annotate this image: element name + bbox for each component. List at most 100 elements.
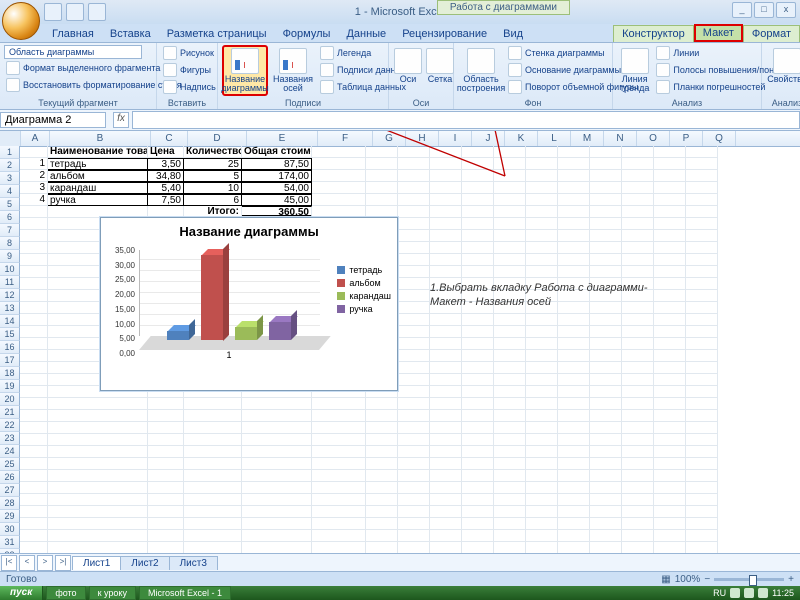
cell[interactable]	[20, 302, 48, 314]
cell[interactable]	[526, 362, 558, 374]
cell[interactable]	[590, 470, 622, 482]
cell[interactable]	[494, 170, 526, 182]
cell[interactable]	[398, 230, 430, 242]
cell[interactable]	[654, 398, 686, 410]
cell[interactable]	[654, 470, 686, 482]
row-header[interactable]: 20	[0, 393, 20, 406]
cell[interactable]	[398, 146, 430, 158]
cell[interactable]	[430, 386, 462, 398]
cell[interactable]	[398, 434, 430, 446]
cell[interactable]	[462, 434, 494, 446]
insert-textbox-button[interactable]: Надпись	[161, 79, 218, 95]
cell[interactable]	[590, 146, 622, 158]
row-header[interactable]: 31	[0, 536, 20, 549]
cell[interactable]	[622, 374, 654, 386]
cell[interactable]: 1	[20, 158, 48, 170]
taskbar-item[interactable]: к уроку	[89, 586, 136, 600]
cell[interactable]	[654, 482, 686, 494]
cell[interactable]	[20, 266, 48, 278]
view-normal-icon[interactable]: ▦	[661, 574, 670, 585]
col-header[interactable]: F	[318, 131, 373, 146]
cell[interactable]	[48, 422, 148, 434]
cell[interactable]	[20, 314, 48, 326]
cell[interactable]	[398, 494, 430, 506]
cell[interactable]	[462, 314, 494, 326]
cell[interactable]	[526, 422, 558, 434]
cell[interactable]: 2	[20, 170, 48, 182]
cell[interactable]	[590, 254, 622, 266]
cell[interactable]: Цена	[148, 146, 184, 158]
tray-icon[interactable]	[744, 588, 754, 598]
cell[interactable]	[622, 518, 654, 530]
cell[interactable]	[48, 494, 148, 506]
cell[interactable]	[590, 362, 622, 374]
cell[interactable]	[558, 254, 590, 266]
cell[interactable]	[312, 158, 366, 170]
cell[interactable]	[366, 482, 398, 494]
cell[interactable]	[462, 362, 494, 374]
cell[interactable]	[398, 362, 430, 374]
cell[interactable]	[654, 434, 686, 446]
tray-icon[interactable]	[730, 588, 740, 598]
cell[interactable]	[148, 458, 184, 470]
cell[interactable]	[558, 182, 590, 194]
cell[interactable]	[398, 338, 430, 350]
cell[interactable]: Общая стоимость	[242, 146, 312, 158]
row-header[interactable]: 16	[0, 341, 20, 354]
cell[interactable]	[558, 482, 590, 494]
cell[interactable]	[622, 254, 654, 266]
cell[interactable]	[20, 458, 48, 470]
cell[interactable]	[462, 266, 494, 278]
row-header[interactable]: 28	[0, 497, 20, 510]
cell[interactable]	[398, 206, 430, 218]
cell[interactable]	[654, 338, 686, 350]
cell[interactable]	[242, 530, 312, 542]
cell[interactable]	[686, 182, 718, 194]
formula-input[interactable]	[132, 111, 800, 129]
cell[interactable]	[526, 506, 558, 518]
cell[interactable]	[558, 350, 590, 362]
cell[interactable]	[398, 530, 430, 542]
cell[interactable]	[622, 470, 654, 482]
cell[interactable]	[494, 518, 526, 530]
cell[interactable]	[242, 458, 312, 470]
cell[interactable]	[242, 434, 312, 446]
cell[interactable]	[184, 422, 242, 434]
cell[interactable]	[494, 374, 526, 386]
cell[interactable]	[148, 410, 184, 422]
cell[interactable]	[558, 314, 590, 326]
cell[interactable]: 4	[20, 194, 48, 206]
chart-bar[interactable]	[235, 327, 257, 340]
cell[interactable]	[462, 398, 494, 410]
cell[interactable]	[526, 374, 558, 386]
col-header[interactable]: B	[50, 131, 151, 146]
row-header[interactable]: 5	[0, 198, 20, 211]
cell[interactable]	[430, 410, 462, 422]
cell[interactable]	[526, 434, 558, 446]
cell[interactable]	[590, 422, 622, 434]
cell[interactable]	[430, 470, 462, 482]
cell[interactable]	[398, 374, 430, 386]
cell[interactable]	[366, 506, 398, 518]
cell[interactable]	[526, 254, 558, 266]
cell[interactable]	[526, 458, 558, 470]
cell[interactable]	[20, 350, 48, 362]
row-header[interactable]: 10	[0, 263, 20, 276]
cell[interactable]: 45,00	[242, 194, 312, 206]
row-header[interactable]: 29	[0, 510, 20, 523]
row-header[interactable]: 22	[0, 419, 20, 432]
cell[interactable]	[654, 506, 686, 518]
cell[interactable]	[526, 146, 558, 158]
cell[interactable]	[398, 242, 430, 254]
cell[interactable]	[526, 218, 558, 230]
cell[interactable]	[558, 530, 590, 542]
cell[interactable]	[622, 434, 654, 446]
cell[interactable]	[20, 218, 48, 230]
cell[interactable]	[654, 314, 686, 326]
cell[interactable]	[686, 422, 718, 434]
cell[interactable]	[462, 458, 494, 470]
cell[interactable]	[494, 410, 526, 422]
cell[interactable]	[398, 194, 430, 206]
cell[interactable]: 5,40	[148, 182, 184, 194]
cell[interactable]	[558, 326, 590, 338]
